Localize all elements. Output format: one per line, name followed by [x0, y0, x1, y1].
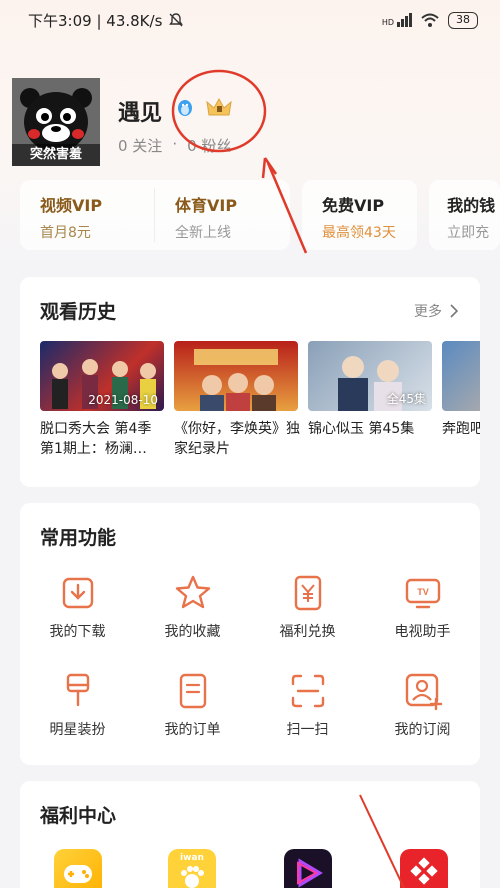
history-more-link[interactable]: 更多: [414, 301, 458, 321]
history-thumbnail: [442, 341, 480, 411]
vip-video-sub: 首月8元: [40, 225, 91, 241]
my-subscriptions-button[interactable]: 我的订阅: [365, 671, 480, 739]
order-icon: [179, 673, 206, 709]
yen-icon: [294, 575, 321, 611]
vip-card-wallet[interactable]: 我的钱 立即充: [429, 180, 500, 250]
thumb-episodes-label: 全45集: [386, 392, 426, 406]
history-item[interactable]: 全45集 锦心似玉 第45集: [308, 341, 434, 439]
vip-card-video[interactable]: 视频VIP 首月8元: [20, 188, 155, 242]
tv-icon: TV: [405, 578, 440, 609]
vip-card-sports[interactable]: 体育VIP 全新上线: [155, 188, 290, 242]
vip-card-free[interactable]: 免费VIP 最高领43天: [302, 180, 418, 250]
signal-icon: HD: [382, 13, 412, 27]
movie-poster-art: [194, 349, 278, 411]
vip-row: 视频VIP 首月8元 体育VIP 全新上线 免费VIP 最高领43天 我的钱 立…: [20, 180, 500, 250]
game-icon: [64, 865, 92, 883]
func-label: 明星装扮: [49, 722, 106, 738]
following-count[interactable]: 0 关注: [118, 135, 162, 156]
subscribe-icon: [405, 673, 442, 711]
vip-free-sub: 最高领43天: [322, 225, 396, 241]
my-favorites-button[interactable]: 我的收藏: [135, 573, 250, 641]
qq-penguin-icon[interactable]: [174, 96, 196, 118]
chevron-right-icon: [450, 304, 458, 318]
tv-assistant-button[interactable]: TV 电视助手: [365, 573, 480, 641]
fans-count[interactable]: 0 粉丝: [187, 135, 231, 156]
history-item-title: 《你好，李焕英》独家纪录片: [174, 421, 300, 457]
avatar[interactable]: 突然害羞: [12, 78, 100, 166]
vip-wallet-title: 我的钱: [447, 196, 496, 215]
scan-icon: [291, 674, 324, 708]
more-label: 更多: [414, 304, 442, 320]
star-dressup-button[interactable]: 明星装扮: [20, 671, 135, 739]
game-app-icon[interactable]: [54, 849, 102, 888]
vip-wallet-sub: 立即充: [447, 225, 490, 241]
vip-free-title: 免费VIP: [322, 196, 385, 215]
network-label: HD: [381, 18, 394, 27]
iwan-app-icon[interactable]: iwan: [168, 849, 216, 888]
download-icon: [62, 577, 93, 609]
vip-sports-sub: 全新上线: [175, 225, 231, 241]
welfare-exchange-button[interactable]: 福利兑换: [250, 573, 365, 641]
avatar-caption: 突然害羞: [12, 144, 100, 166]
func-label: 我的订单: [164, 722, 221, 738]
func-label: 我的订阅: [394, 722, 451, 738]
functions-card: 常用功能 我的下载 我的收藏 福利兑换 TV 电视助手 明星装扮 我的订单 扫一…: [20, 503, 480, 765]
func-label: 电视助手: [394, 624, 451, 640]
play-icon: [297, 858, 323, 888]
welfare-card: 福利中心 iwan: [20, 781, 480, 888]
func-label: 扫一扫: [286, 722, 329, 738]
func-label: 福利兑换: [279, 624, 336, 640]
history-item-title: 奔跑吧 13期下: [442, 421, 480, 437]
my-download-button[interactable]: 我的下载: [20, 573, 135, 641]
func-label: 我的收藏: [164, 624, 221, 640]
follow-stats: 0 关注 · 0 粉丝: [118, 135, 231, 156]
username[interactable]: 遇见: [118, 95, 162, 127]
history-item[interactable]: 奔跑吧 13期下: [442, 341, 480, 439]
checker-logo-icon: [410, 857, 438, 885]
status-time: 下午3:09 | 43.8K/s: [28, 11, 163, 30]
video-app-icon[interactable]: [284, 849, 332, 888]
vip-crown-badge-icon[interactable]: [204, 96, 234, 118]
battery-indicator: 38: [448, 11, 478, 29]
history-thumbnail: 2021-08-10: [40, 341, 164, 411]
history-title: 观看历史: [40, 301, 117, 323]
mute-bell-icon: [169, 13, 184, 27]
vip-card-combined: 视频VIP 首月8元 体育VIP 全新上线: [20, 180, 290, 250]
brush-icon: [66, 673, 89, 707]
iwan-label: iwan: [180, 853, 204, 863]
vip-video-title: 视频VIP: [40, 196, 103, 215]
wifi-icon: [421, 13, 439, 27]
history-item[interactable]: 2021-08-10 脱口秀大会 第4季 第1期上：杨澜…: [40, 341, 166, 459]
history-card: 观看历史 更多 2021-08-10 脱口秀大会 第4季 第1期上：杨澜… 《你: [20, 277, 480, 487]
red-app-icon[interactable]: [400, 849, 448, 888]
my-orders-button[interactable]: 我的订单: [135, 671, 250, 739]
welfare-title: 福利中心: [40, 805, 117, 827]
history-item[interactable]: 《你好，李焕英》独家纪录片: [174, 341, 300, 459]
functions-title: 常用功能: [40, 527, 117, 549]
star-icon: [175, 575, 210, 609]
separator-dot: ·: [172, 135, 178, 153]
history-item-title: 脱口秀大会 第4季 第1期上：杨澜…: [40, 421, 152, 457]
svg-text:TV: TV: [417, 587, 429, 597]
status-bar: 下午3:09 | 43.8K/s HD 38: [0, 0, 500, 40]
thumb-date-label: 2021-08-10: [88, 393, 158, 407]
vip-sports-title: 体育VIP: [175, 196, 238, 215]
func-label: 我的下载: [49, 624, 106, 640]
history-thumbnail: [174, 341, 298, 411]
scan-button[interactable]: 扫一扫: [250, 671, 365, 739]
history-item-title: 锦心似玉 第45集: [308, 421, 415, 437]
history-thumbnail: 全45集: [308, 341, 432, 411]
